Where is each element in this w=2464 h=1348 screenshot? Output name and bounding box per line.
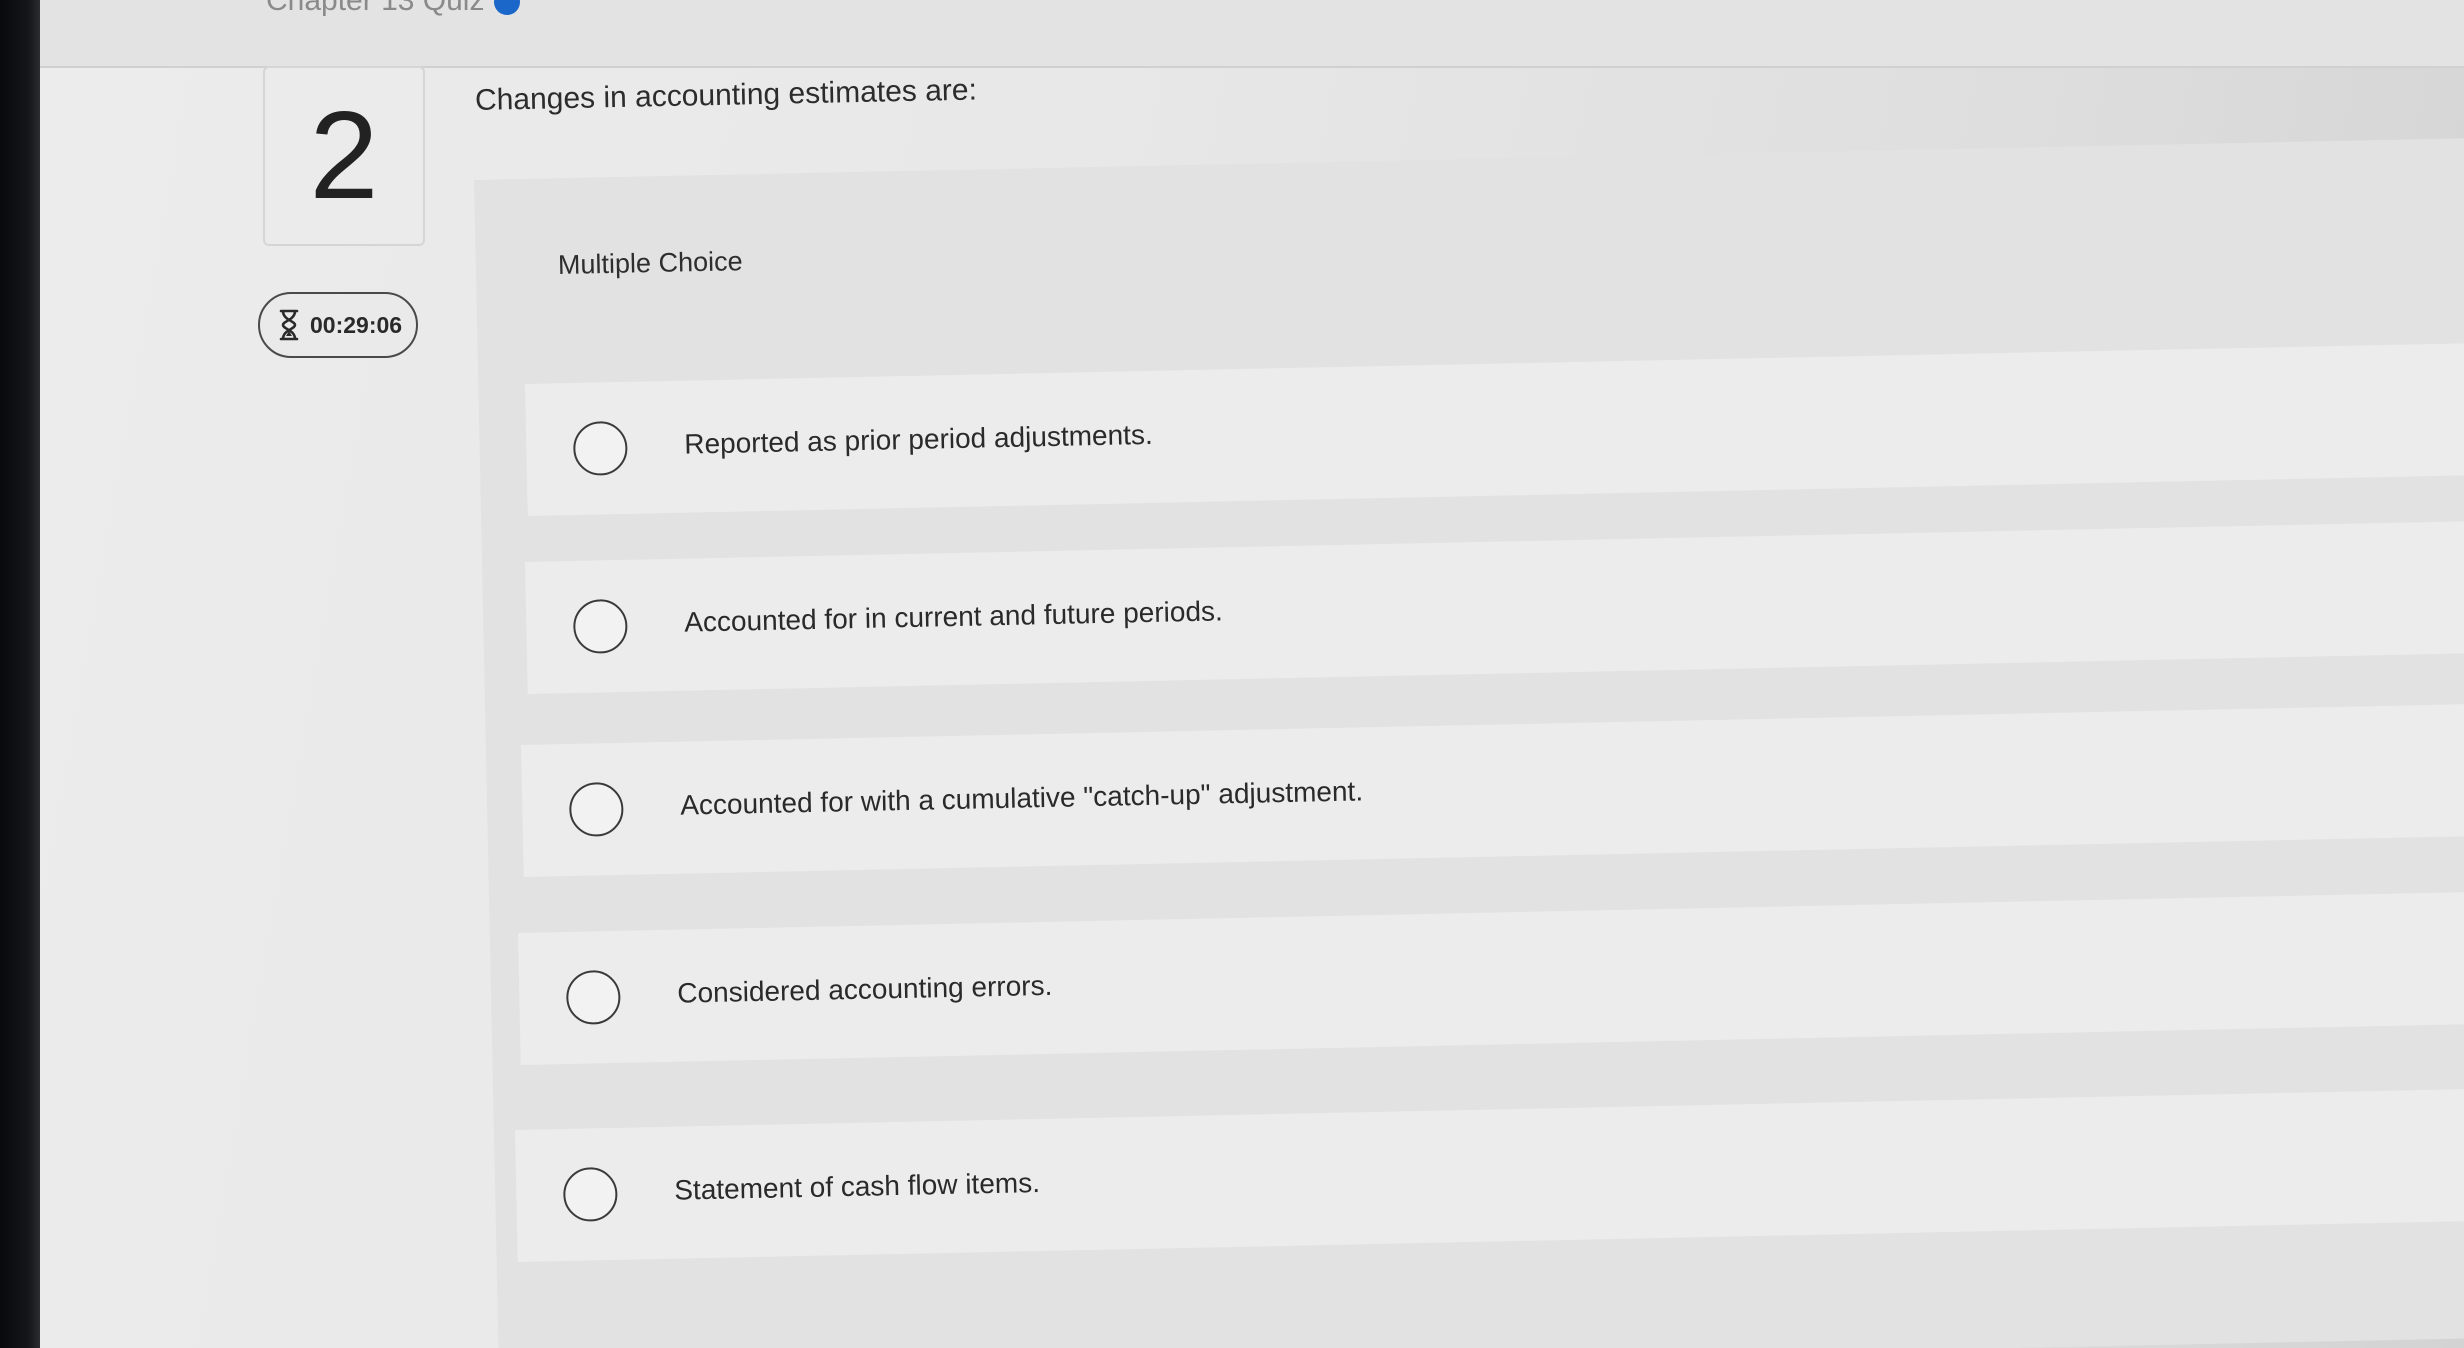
- radio-button[interactable]: [572, 598, 628, 654]
- monitor-bezel: [0, 0, 40, 1348]
- quiz-screen: Chapter 13 Quiz 2 00:29:06 Changes in ac…: [40, 0, 2464, 1348]
- question-number: 2: [263, 66, 425, 246]
- answer-option-label: Accounted for in current and future peri…: [683, 595, 1224, 638]
- question-type-label: Multiple Choice: [557, 246, 743, 280]
- timer-badge[interactable]: 00:29:06: [258, 292, 418, 358]
- answer-option-label: Accounted for with a cumulative "catch-u…: [679, 775, 1364, 821]
- header-strip: Chapter 13 Quiz: [40, 0, 2464, 68]
- breadcrumb[interactable]: Chapter 13 Quiz: [266, 0, 521, 18]
- question-prompt: Changes in accounting estimates are:: [474, 73, 978, 117]
- timer-value: 00:29:06: [310, 311, 403, 338]
- answer-option-label: Reported as prior period adjustments.: [683, 418, 1153, 460]
- info-icon[interactable]: [494, 0, 521, 16]
- radio-button[interactable]: [562, 1166, 618, 1222]
- radio-button[interactable]: [568, 781, 624, 837]
- hourglass-icon: [279, 309, 299, 341]
- radio-button[interactable]: [565, 969, 621, 1025]
- answer-option-label: Considered accounting errors.: [676, 969, 1053, 1009]
- radio-button[interactable]: [572, 420, 628, 476]
- breadcrumb-label: Chapter 13 Quiz: [266, 0, 485, 17]
- answer-option-label: Statement of cash flow items.: [673, 1167, 1041, 1206]
